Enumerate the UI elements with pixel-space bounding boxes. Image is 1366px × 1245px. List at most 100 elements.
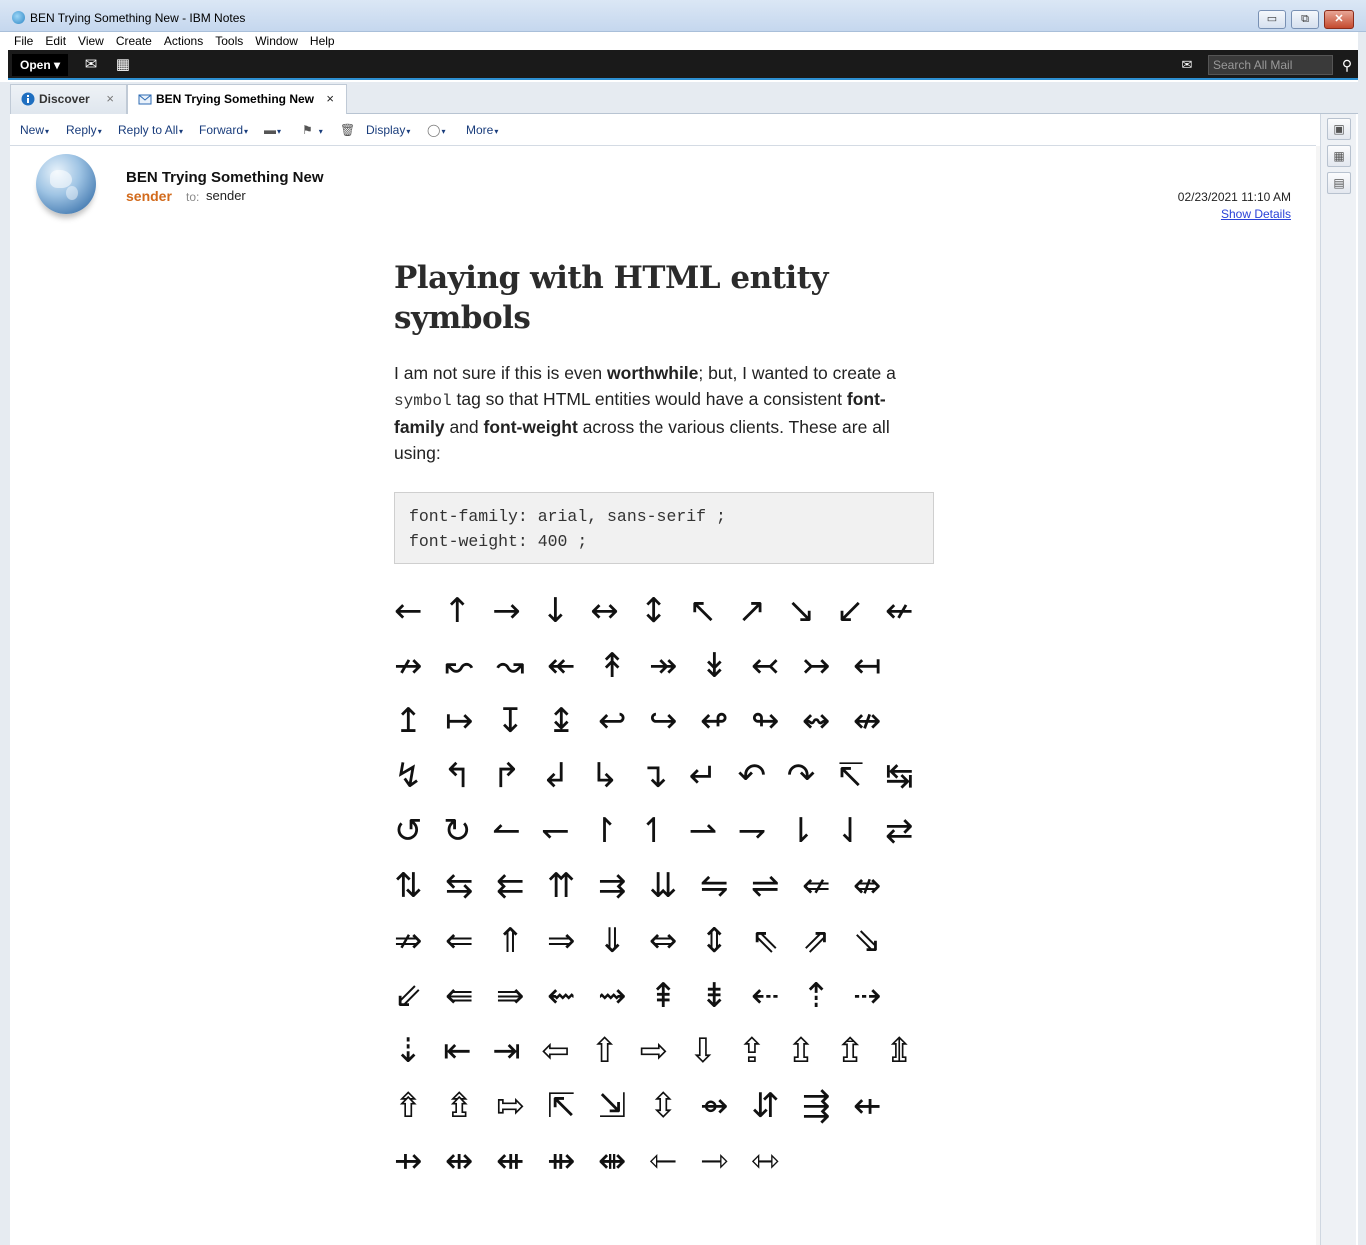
mail-icon[interactable]: ✉: [80, 55, 102, 75]
arrow-row: ↛ ↜ ↝ ↞ ↟ ↠ ↡ ↢ ↣ ↤: [394, 639, 934, 694]
menu-tools[interactable]: Tools: [209, 32, 249, 50]
sender-name[interactable]: sender: [126, 188, 172, 204]
arrow-symbol: ↴: [639, 756, 668, 796]
arrow-symbol: ⇕: [700, 921, 729, 961]
reply-button[interactable]: Reply▾: [66, 123, 102, 137]
message-body: Playing with HTML entity symbols I am no…: [394, 258, 934, 564]
arrow-symbol: ↓: [541, 591, 570, 631]
search-icon[interactable]: ⚲: [1336, 55, 1358, 75]
tab-discover-label: Discover: [39, 92, 90, 106]
search-input[interactable]: Search All Mail: [1208, 55, 1333, 75]
arrow-symbol: ⇋: [700, 866, 729, 906]
scrollbar[interactable]: [1316, 146, 1320, 1245]
arrow-symbol: ⇨: [639, 1031, 668, 1071]
message-date: 02/23/2021 11:10 AM: [1177, 190, 1291, 204]
arrow-symbol: ⇉: [598, 866, 627, 906]
arrow-symbol: ↱: [492, 756, 521, 796]
menu-view[interactable]: View: [72, 32, 110, 50]
arrow-symbol: ⇞: [649, 976, 678, 1016]
arrow-symbol: ⇖: [751, 921, 780, 961]
arrow-symbol: ↪: [649, 701, 678, 741]
arrow-symbols-grid: ← ↑ → ↓ ↔ ↕ ↖ ↗ ↘ ↙ ↚ ↛ ↜ ↝ ↞ ↟ ↠ ↡ ↢ ↣ ↤ ↥ ↦ ↧ ↨ ↩ ↪ ↫ ↬ ↭ ↮ ↯ ↰ ↱ ↲ ↳ ↴ ↵ ↶ ↷…: [394, 584, 934, 1189]
close-window-button[interactable]: ✕: [1324, 10, 1354, 29]
arrow-symbol: ↟: [598, 646, 627, 686]
show-details-link[interactable]: Show Details: [1221, 207, 1291, 221]
arrow-symbol: ⇁: [737, 811, 767, 851]
arrow-symbol: ⇢: [853, 976, 882, 1016]
sametime-contacts-icon[interactable]: ▣: [1327, 118, 1351, 140]
activities-icon[interactable]: ▤: [1327, 172, 1351, 194]
menu-create[interactable]: Create: [110, 32, 158, 50]
arrow-symbol: ←: [394, 591, 423, 631]
arrow-row: ⇮ ⇯ ⇰ ⇱ ⇲ ⇳ ⇴ ⇵ ⇶ ⇷: [394, 1079, 934, 1134]
chat-button[interactable]: ◯▾: [427, 123, 445, 137]
right-sidebar: ▣ ▦ ▤: [1320, 114, 1356, 1245]
arrow-symbol: ↣: [802, 646, 831, 686]
arrow-row: ↯ ↰ ↱ ↲ ↳ ↴ ↵ ↶ ↷ ↸ ↹: [394, 749, 934, 804]
arrow-symbol: ⇘: [853, 921, 882, 961]
arrow-symbol: ↶: [737, 756, 767, 796]
menu-actions[interactable]: Actions: [158, 32, 209, 50]
arrow-symbol: ⇾: [700, 1141, 729, 1181]
arrow-symbol: ↾: [590, 811, 619, 851]
menu-file[interactable]: File: [8, 32, 39, 50]
arrow-symbol: ↰: [443, 756, 472, 796]
arrow-symbol: ↯: [394, 756, 423, 796]
arrow-symbol: ⇄: [884, 811, 914, 851]
arrow-symbol: ↻: [443, 811, 472, 851]
forward-button[interactable]: Forward▾: [199, 123, 248, 137]
arrow-symbol: ⇶: [802, 1086, 831, 1126]
chat-bubble-icon: ◯: [427, 123, 441, 137]
mail-search-scope-icon[interactable]: ✉: [1176, 55, 1198, 75]
trash-button[interactable]: 🗑: [340, 123, 356, 137]
reply-to-all-button[interactable]: Reply to All▾: [118, 123, 183, 137]
arrow-symbol: ⇔: [649, 921, 678, 961]
close-tab-icon[interactable]: ×: [326, 85, 334, 113]
flag-icon: ⚑: [302, 123, 313, 137]
arrow-symbol: ⇯: [445, 1086, 474, 1126]
menu-window[interactable]: Window: [249, 32, 304, 50]
arrow-symbol: ↩: [598, 701, 627, 741]
display-button[interactable]: Display▾: [366, 123, 410, 137]
arrow-symbol: ⇼: [598, 1141, 627, 1181]
restore-button[interactable]: ⧉: [1291, 10, 1319, 29]
arrow-symbol: ↜: [445, 646, 474, 686]
arrow-symbol: ↨: [547, 701, 576, 741]
arrow-symbol: ↢: [751, 646, 780, 686]
arrow-symbol: ⇿: [751, 1141, 780, 1181]
tab-message[interactable]: BEN Trying Something New ×: [127, 84, 347, 115]
arrow-symbol: ⇙: [394, 976, 423, 1016]
open-button[interactable]: Open ▾: [12, 54, 69, 76]
close-tab-icon[interactable]: ×: [106, 85, 114, 113]
arrow-symbol: ↤: [853, 646, 882, 686]
arrow-symbol: ⇦: [541, 1031, 570, 1071]
arrow-symbol: ↙: [835, 591, 865, 631]
arrow-symbol: ↛: [394, 646, 423, 686]
arrow-symbol: ⇰: [496, 1086, 525, 1126]
arrow-symbol: ↸: [835, 756, 865, 796]
arrow-symbol: ↿: [639, 811, 668, 851]
trash-icon: 🗑: [340, 123, 356, 137]
menu-edit[interactable]: Edit: [39, 32, 72, 50]
day-at-a-glance-icon[interactable]: ▦: [1327, 145, 1351, 167]
menu-help[interactable]: Help: [304, 32, 341, 50]
flag-button[interactable]: ⚑ ▾: [302, 123, 323, 137]
sender-avatar: [36, 154, 96, 214]
arrow-symbol: ⇜: [547, 976, 576, 1016]
more-button[interactable]: More▾: [466, 123, 498, 137]
calendar-icon[interactable]: ▦: [112, 55, 134, 75]
recipient-name[interactable]: sender: [206, 188, 246, 203]
arrow-row: ⇏ ⇐ ⇑ ⇒ ⇓ ⇔ ⇕ ⇖ ⇗ ⇘: [394, 914, 934, 969]
envelope-icon: [138, 94, 152, 105]
arrow-symbol: ⇵: [751, 1086, 780, 1126]
minimize-button[interactable]: ▭: [1258, 10, 1286, 29]
message-subject: BEN Trying Something New: [126, 169, 324, 186]
tab-discover[interactable]: Discover ×: [10, 84, 127, 114]
arrow-symbol: ↦: [445, 701, 474, 741]
folder-button[interactable]: ▬▾: [264, 123, 281, 137]
arrow-symbol: ⇓: [598, 921, 627, 961]
arrow-symbol: ↠: [649, 646, 678, 686]
arrow-symbol: ↘: [786, 591, 816, 631]
new-button[interactable]: New▾: [20, 123, 49, 137]
arrow-symbol: ↑: [443, 591, 472, 631]
